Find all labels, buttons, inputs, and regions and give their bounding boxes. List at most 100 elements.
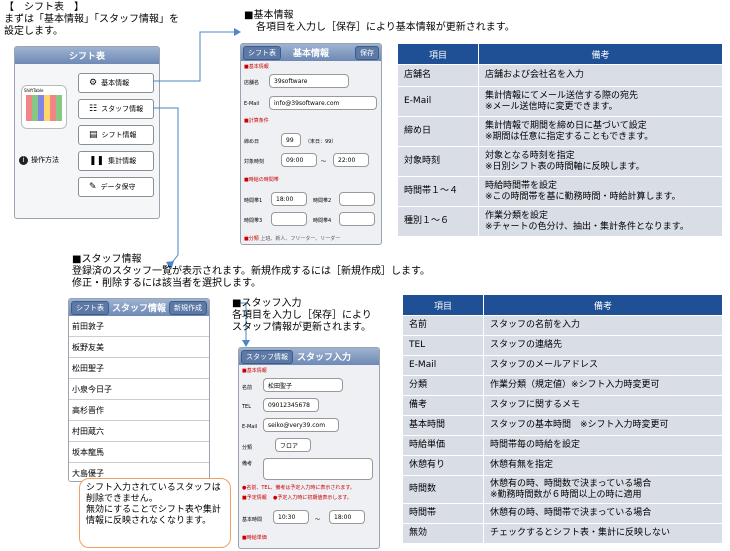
staff-name: 松田聖子 [72, 363, 104, 373]
table-cell: スタッフの連絡先 [483, 335, 723, 356]
staff-name: 小泉今日子 [72, 384, 112, 394]
memo-label: 備考 [242, 461, 253, 467]
slot3-label: 時間帯3 [244, 218, 263, 224]
table-cell: 基本時間 [402, 415, 484, 436]
staff-col-item: 項目 [402, 294, 484, 316]
arrow-basic-head [234, 28, 241, 36]
table-cell: 分類 [402, 375, 484, 396]
table-cell: 休憩有の時、時間帯で決まっている場合 [483, 503, 723, 524]
table-cell: 作業分類を設定 ※チャートの色分け、抽出・集計条件となります。 [478, 206, 723, 237]
close-day-field[interactable]: 99 [281, 133, 301, 147]
delete-note-callout: シフト入力されているスタッフは削除できません。 無効にすることでシフト表や集計情… [79, 478, 231, 548]
slot4-field[interactable] [339, 212, 375, 226]
base-from-field[interactable]: 10:30 [273, 510, 309, 524]
table-cell: 締め日 [397, 116, 479, 147]
staff-heading: ■スタッフ情報 [72, 254, 142, 265]
table-cell: 集計情報にてメール送信する際の宛先 ※メール送信時に変更できます。 [478, 86, 723, 117]
time-to-field[interactable]: 22:00 [333, 153, 369, 167]
table-cell: 休憩有の時、時間数で決まっている場合 ※勤務時間数が６時間以上の時に適用 [483, 475, 723, 504]
table-cell: 無効 [402, 523, 484, 544]
store-label: 店舗名 [244, 80, 260, 86]
category-select[interactable]: フロア [275, 438, 311, 452]
staff-input-heading: ■スタッフ入力 [232, 298, 302, 309]
store-field[interactable]: 39software [269, 74, 349, 88]
staff-name: 坂本龍馬 [72, 447, 104, 457]
table-cell: 時間帯 [402, 503, 484, 524]
table-cell: 集計情報で期間を締め日に基づいて設定 ※期間は任意に指定することもできます。 [478, 116, 723, 147]
mail-field[interactable]: info@39software.com [269, 96, 377, 110]
new-staff-button[interactable]: 新規作成 [169, 301, 207, 315]
table-cell: 対象時刻 [397, 146, 479, 177]
list-item[interactable]: 松田聖子 [69, 358, 209, 379]
arrow-staff [153, 107, 179, 266]
base-to-field[interactable]: 18:00 [329, 510, 365, 524]
time-tilde: 〜 [321, 159, 327, 165]
staff-name: 村田蔵六 [72, 426, 104, 436]
section-calc: ■計算条件 [244, 118, 269, 124]
mail-field[interactable]: seiko@very39.com [263, 418, 339, 432]
table-cell: スタッフに関するメモ [483, 395, 723, 416]
table-cell: 種別１〜６ [397, 206, 479, 237]
category-label: 分類 [242, 445, 253, 451]
list-item[interactable]: 小泉今日子 [69, 379, 209, 400]
tel-field[interactable]: 09012345678 [263, 398, 319, 412]
table-cell: 時間帯１〜４ [397, 176, 479, 207]
arrow-basic [153, 31, 234, 82]
staff-title: スタッフ情報 [111, 304, 166, 314]
table-cell: 対象となる時刻を指定 ※日別シフト表の時間軸に反映します。 [478, 146, 723, 177]
section-basic: ■基本情報 [242, 368, 267, 374]
table-cell: 休憩有無を指定 [483, 455, 723, 476]
basic-col-item: 項目 [397, 43, 479, 65]
basic-info-screen: シフト表 基本情報 保存 ■基本情報 店舗名 39software E-Mail… [240, 43, 382, 245]
arrow-staff-input-head [242, 340, 250, 347]
mail-label: E-Mail [242, 424, 258, 430]
table-cell: 店舗名 [397, 64, 479, 87]
back-button[interactable]: スタッフ情報 [241, 350, 293, 364]
list-item[interactable]: 坂本龍馬 [69, 442, 209, 463]
basic-col-note: 備考 [478, 43, 723, 65]
section-schedule: ■予定情報 [242, 495, 267, 501]
schedule-note: ●予定入力時に初期値表示します。 [273, 495, 352, 501]
staff-list-screen: シフト表 スタッフ情報 新規作成 前田敦子 板野友美 松田聖子 小泉今日子 高杉… [68, 298, 210, 482]
list-item[interactable]: 村田蔵六 [69, 421, 209, 442]
section-category: ■分類 [244, 236, 259, 242]
table-cell: 作業分類（規定値）※シフト入力時変更可 [483, 375, 723, 396]
slot2-field[interactable] [339, 192, 375, 206]
back-button[interactable]: シフト表 [243, 46, 281, 60]
basic-heading: ■基本情報 [244, 10, 294, 21]
table-cell: スタッフの名前を入力 [483, 315, 723, 336]
list-item[interactable]: 前田敦子 [69, 316, 209, 337]
tel-label: TEL [242, 404, 251, 410]
save-button[interactable]: 保存 [355, 46, 379, 60]
staff-input-desc: 各項目を入力し［保存］により スタッフ情報が更新されます。 [232, 310, 372, 333]
slot1-field[interactable]: 18:00 [271, 192, 307, 206]
section-wage: ■時給単価 [242, 535, 267, 541]
name-field[interactable]: 松田聖子 [263, 378, 343, 392]
name-note: ●名前、TEL、備考は予定入力時に表示されます。 [242, 485, 355, 491]
callout-text: シフト入力されているスタッフは削除できません。 無効にすることでシフト表や集計情… [86, 483, 221, 526]
back-button[interactable]: シフト表 [71, 301, 109, 315]
table-cell: 時給時間帯を設定 ※この時間帯を基に勤務時間・時給計算します。 [478, 176, 723, 207]
memo-field[interactable] [263, 458, 373, 480]
staff-input-title: スタッフ入力 [296, 353, 351, 363]
staff-input-title-bar: スタッフ情報 スタッフ入力 [239, 348, 379, 365]
staff-name: 前田敦子 [72, 321, 104, 331]
slot4-label: 時間帯4 [313, 218, 332, 224]
staff-col-note: 備考 [483, 294, 723, 316]
staff-desc-2: 修正・削除するには該当者を選択します。 [72, 278, 261, 289]
slot3-field[interactable] [271, 212, 307, 226]
close-label: 締め日 [244, 139, 260, 145]
table-cell: E-Mail [397, 86, 479, 117]
time-label: 対象時刻 [244, 159, 265, 165]
list-item[interactable]: 高杉晋作 [69, 400, 209, 421]
close-note: （末日：99） [305, 139, 337, 145]
section-slots: ■時給の時間帯 [244, 177, 279, 183]
table-cell: 備考 [402, 395, 484, 416]
list-item[interactable]: 板野友美 [69, 337, 209, 358]
slot1-label: 時間帯1 [244, 198, 263, 204]
time-from-field[interactable]: 09:00 [281, 153, 317, 167]
category-note: 上班、新人、フリーター、リーダー [260, 236, 341, 242]
staff-desc-1: 登録済のスタッフ一覧が表示されます。新規作成するには［新規作成］します。 [72, 266, 430, 277]
staff-name: 板野友美 [72, 342, 104, 352]
table-cell: 時間帯毎の時給を設定 [483, 435, 723, 456]
